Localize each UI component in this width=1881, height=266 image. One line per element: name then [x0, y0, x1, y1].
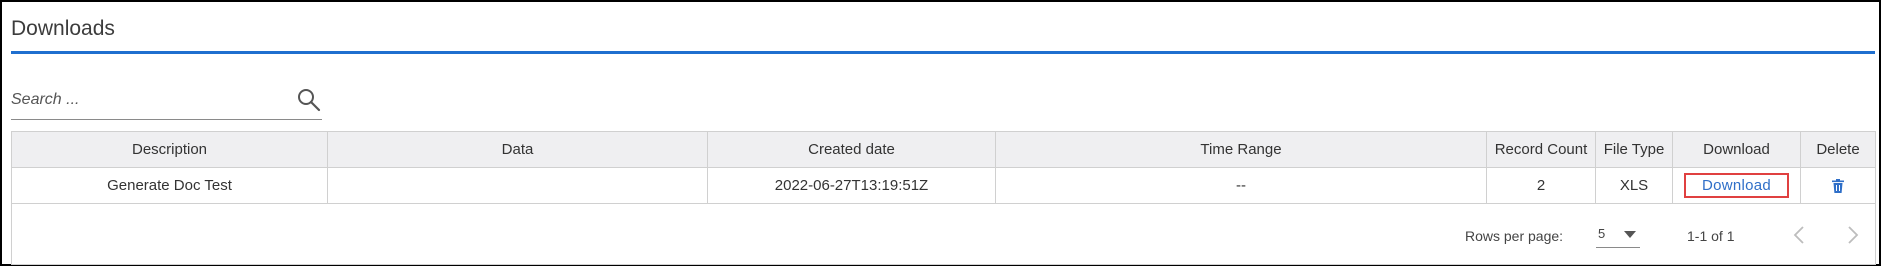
- header-record-count[interactable]: Record Count: [1487, 132, 1596, 167]
- cell-delete: [1801, 168, 1875, 203]
- cell-created-date: 2022-06-27T13:19:51Z: [708, 168, 996, 203]
- header-description[interactable]: Description: [12, 132, 328, 167]
- cell-file-type: XLS: [1596, 168, 1673, 203]
- pagination-range: 1-1 of 1: [1687, 228, 1735, 244]
- previous-page-button[interactable]: [1786, 222, 1812, 248]
- header-file-type[interactable]: File Type: [1596, 132, 1673, 167]
- rows-per-page-value: 5: [1598, 226, 1606, 241]
- cell-download: Download: [1673, 168, 1801, 203]
- chevron-right-icon: [1848, 226, 1859, 244]
- download-highlight: Download: [1683, 173, 1790, 198]
- cell-data: [328, 168, 708, 203]
- chevron-down-icon: [1624, 231, 1636, 238]
- search-icon[interactable]: [296, 87, 322, 113]
- downloads-panel: Downloads Description Data Created date …: [0, 0, 1881, 266]
- search-box: [11, 84, 322, 120]
- download-link[interactable]: Download: [1702, 177, 1771, 194]
- table-header-row: Description Data Created date Time Range…: [12, 132, 1875, 168]
- table-row: Generate Doc Test 2022-06-27T13:19:51Z -…: [12, 168, 1875, 204]
- page-title: Downloads: [11, 17, 115, 40]
- header-time-range[interactable]: Time Range: [996, 132, 1487, 167]
- header-download: Download: [1673, 132, 1801, 167]
- header-created-date[interactable]: Created date: [708, 132, 996, 167]
- header-data[interactable]: Data: [328, 132, 708, 167]
- rows-per-page-label: Rows per page:: [1465, 228, 1564, 244]
- cell-time-range: --: [996, 168, 1487, 203]
- chevron-left-icon: [1793, 226, 1804, 244]
- downloads-table: Description Data Created date Time Range…: [11, 131, 1876, 265]
- next-page-button[interactable]: [1840, 222, 1866, 248]
- header-delete: Delete: [1816, 141, 1860, 158]
- title-divider: [11, 51, 1875, 54]
- rows-per-page-select[interactable]: 5: [1596, 222, 1640, 248]
- table-pagination: Rows per page: 5 1-1 of 1: [12, 204, 1875, 264]
- search-input[interactable]: [11, 88, 281, 112]
- cell-description: Generate Doc Test: [12, 168, 328, 203]
- trash-icon[interactable]: [1830, 178, 1846, 194]
- cell-record-count: 2: [1487, 168, 1596, 203]
